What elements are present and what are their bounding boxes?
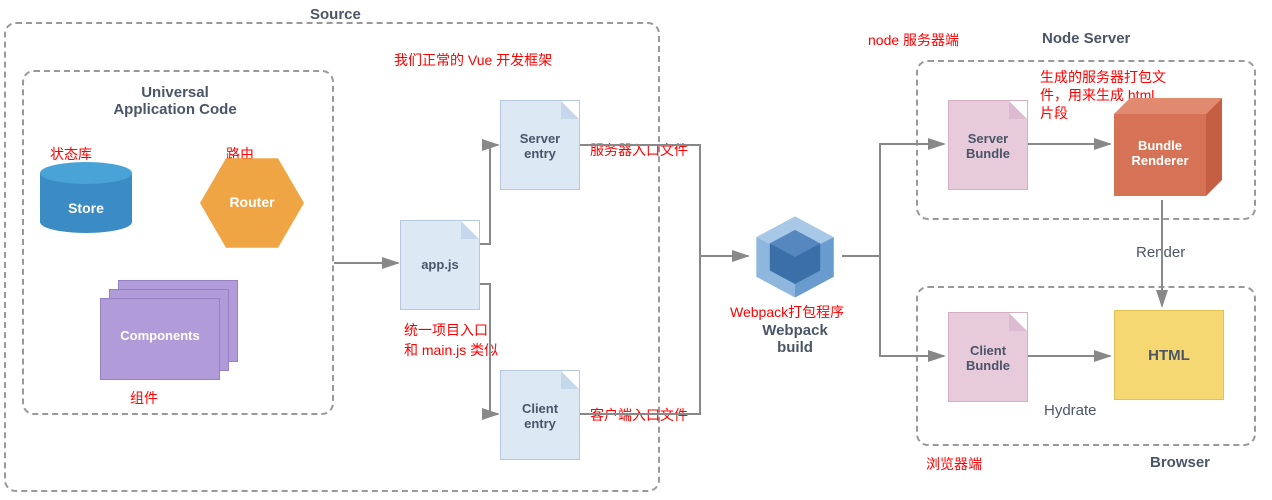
client-entry-file: Client entry — [500, 370, 580, 460]
components-label: Components — [100, 328, 220, 343]
store-icon: Store — [40, 162, 132, 242]
bundle-renderer-label: Bundle Renderer — [1114, 138, 1206, 168]
client-entry-annotation: 客户端入口文件 — [590, 405, 688, 425]
server-bundle-label: Server Bundle — [949, 131, 1027, 161]
appjs-file: app.js — [400, 220, 480, 310]
node-server-annotation: node 服务器端 — [868, 30, 959, 50]
appjs-label: app.js — [401, 257, 479, 272]
browser-annotation: 浏览器端 — [926, 454, 982, 474]
source-title: Source — [310, 6, 361, 23]
webpack-annotation: Webpack打包程序 — [730, 302, 844, 322]
server-bundle-file: Server Bundle — [948, 100, 1028, 190]
appjs-annotation-top: 我们正常的 Vue 开发框架 — [394, 50, 552, 70]
router-label: Router — [200, 194, 304, 210]
store-annotation: 状态库 — [50, 144, 92, 164]
server-entry-annotation: 服务器入口文件 — [590, 140, 688, 160]
browser-title: Browser — [1150, 454, 1210, 471]
html-output-box: HTML — [1114, 310, 1224, 400]
client-bundle-file: Client Bundle — [948, 312, 1028, 402]
router-icon: Router — [200, 158, 304, 248]
server-entry-file: Server entry — [500, 100, 580, 190]
store-label: Store — [40, 200, 132, 216]
render-edge-label: Render — [1136, 244, 1185, 261]
appjs-annotation-bottom: 统一项目入口 和 main.js 类似 — [404, 320, 498, 360]
bundle-renderer-box: Bundle Renderer — [1114, 98, 1224, 198]
components-icon: Components — [100, 280, 240, 380]
server-entry-label: Server entry — [501, 131, 579, 161]
universal-code-title: Universal Application Code — [100, 84, 250, 118]
components-annotation: 组件 — [130, 388, 158, 408]
webpack-label: Webpack build — [720, 322, 870, 356]
hydrate-edge-label: Hydrate — [1044, 402, 1097, 419]
client-bundle-label: Client Bundle — [949, 343, 1027, 373]
html-label: HTML — [1148, 347, 1190, 364]
node-server-title: Node Server — [1042, 30, 1130, 47]
client-entry-label: Client entry — [501, 401, 579, 431]
webpack-cube-icon — [750, 212, 840, 302]
